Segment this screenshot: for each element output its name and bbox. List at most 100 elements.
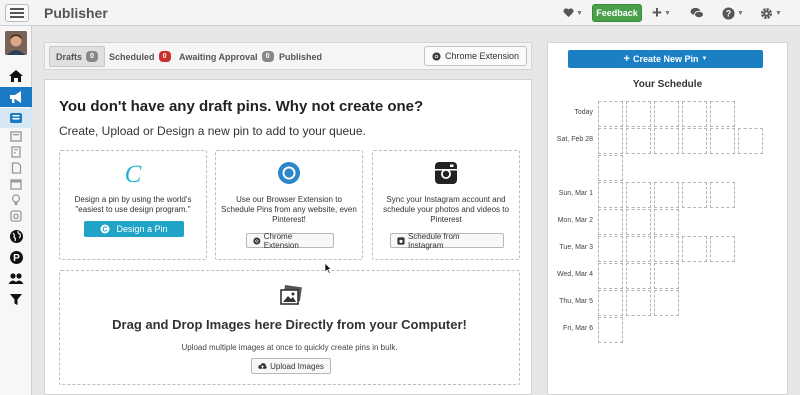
building-icon — [11, 146, 21, 158]
dropzone-subtitle: Upload multiple images at once to quickl… — [181, 343, 398, 352]
chat-bubbles-icon — [690, 7, 704, 19]
schedule-time-slot[interactable] — [654, 236, 679, 262]
tab-label: Scheduled — [109, 51, 155, 62]
schedule-time-slot[interactable] — [626, 290, 651, 316]
settings-menu[interactable]: ▼ — [760, 5, 782, 21]
sidebar-item-boards[interactable] — [0, 144, 32, 160]
schedule-time-slot[interactable] — [654, 182, 679, 208]
schedule-time-slot[interactable] — [598, 182, 623, 208]
schedule-time-slot[interactable] — [626, 236, 651, 262]
schedule-time-slot[interactable] — [626, 101, 651, 127]
count-badge: 0 — [86, 51, 99, 62]
sidebar-item-calendar[interactable] — [0, 176, 32, 192]
count-badge: 0 — [158, 51, 171, 62]
schedule-time-slot[interactable] — [598, 317, 623, 343]
button-label: Design a Pin — [116, 224, 168, 234]
schedule-time-slot[interactable] — [598, 290, 623, 316]
schedule-time-slot[interactable] — [682, 128, 707, 154]
instagram-icon — [10, 210, 22, 222]
schedule-from-instagram-button[interactable]: Schedule from Instagram — [390, 232, 504, 250]
schedule-time-slot[interactable] — [598, 128, 623, 154]
schedule-time-slot[interactable] — [682, 236, 707, 262]
schedule-time-slot[interactable] — [598, 155, 623, 181]
tab-published[interactable]: Published — [273, 46, 328, 67]
schedule-time-slot[interactable] — [654, 209, 679, 235]
schedule-time-slot[interactable] — [710, 182, 735, 208]
add-menu[interactable]: + ▼ — [652, 4, 671, 21]
avatar[interactable] — [5, 31, 27, 55]
tab-drafts[interactable]: Drafts 0 — [49, 46, 106, 67]
sidebar-item-drafts[interactable] — [0, 108, 32, 128]
lightbulb-icon — [11, 194, 21, 205]
schedule-time-slot[interactable] — [654, 128, 679, 154]
help-circle-icon: ? — [722, 7, 735, 19]
schedule-time-slot[interactable] — [654, 263, 679, 289]
tab-scheduled[interactable]: Scheduled 0 — [103, 46, 177, 67]
chrome-extension-button[interactable]: Chrome Extension — [423, 46, 527, 66]
cloud-upload-icon — [258, 363, 267, 369]
messages-button[interactable] — [690, 5, 704, 21]
feedback-button[interactable]: Feedback — [592, 4, 642, 22]
schedule-day-label: Sat, Feb 28 — [556, 136, 593, 143]
chevron-down-icon: ▼ — [701, 56, 708, 62]
schedule-time-slot[interactable] — [682, 182, 707, 208]
sidebar-item-library[interactable] — [0, 128, 32, 144]
menu-toggle-button[interactable] — [5, 4, 29, 22]
funnel-icon — [10, 293, 22, 305]
schedule-day-label: Today — [574, 109, 593, 116]
schedule-time-slot[interactable] — [626, 128, 651, 154]
schedule-time-slot[interactable] — [682, 101, 707, 127]
users-icon — [8, 272, 24, 284]
card-description: Use our Browser Extension to Schedule Pi… — [221, 195, 357, 224]
chrome-logo-icon — [253, 237, 261, 244]
schedule-time-slot[interactable] — [598, 236, 623, 262]
schedule-panel: + Create New Pin ▼ Your Schedule Today Sa… — [547, 42, 788, 395]
chevron-down-icon: ▼ — [775, 9, 782, 17]
library-icon — [10, 130, 22, 142]
schedule-time-slot[interactable] — [598, 101, 623, 127]
canva-logo-icon: C — [125, 161, 142, 187]
sidebar-item-team[interactable] — [0, 268, 32, 288]
schedule-time-slot[interactable] — [626, 263, 651, 289]
design-pin-button[interactable]: C Design a Pin — [84, 221, 184, 237]
chrome-extension-card: Use our Browser Extension to Schedule Pi… — [215, 150, 363, 260]
image-dropzone[interactable]: Drag and Drop Images here Directly from … — [59, 270, 520, 385]
help-menu[interactable]: ? ▼ — [722, 5, 744, 21]
schedule-time-slot[interactable] — [598, 263, 623, 289]
schedule-time-slot[interactable] — [626, 182, 651, 208]
favorites-menu[interactable]: ▼ — [563, 5, 583, 21]
upload-images-button[interactable]: Upload Images — [251, 358, 331, 374]
schedule-time-slot[interactable] — [654, 101, 679, 127]
sidebar-item-explore[interactable] — [0, 226, 32, 246]
svg-text:C: C — [103, 227, 108, 234]
sidebar-item-home[interactable] — [0, 66, 32, 86]
count-badge: 0 — [261, 51, 274, 62]
chrome-logo-icon — [432, 51, 441, 61]
sidebar-item-publisher[interactable] — [0, 87, 32, 107]
schedule-time-slot[interactable] — [710, 128, 735, 154]
chevron-down-icon: ▼ — [576, 9, 583, 17]
schedule-time-slot[interactable] — [710, 101, 735, 127]
tab-awaiting-approval[interactable]: Awaiting Approval 0 — [173, 46, 280, 67]
mouse-cursor-icon — [324, 262, 332, 274]
calendar-icon — [10, 179, 22, 190]
chrome-extension-card-button[interactable]: Chrome Extension — [246, 232, 334, 250]
create-new-pin-button[interactable]: + Create New Pin ▼ — [568, 50, 763, 68]
sidebar-item-filters[interactable] — [0, 289, 32, 309]
empty-state-heading: You don't have any draft pins. Why not c… — [59, 98, 424, 115]
sidebar-item-pinterest[interactable]: P — [0, 247, 32, 267]
sidebar-item-reports[interactable] — [0, 160, 32, 176]
button-label: Chrome Extension — [444, 51, 519, 61]
design-pin-card: C Design a pin by using the world's "eas… — [59, 150, 207, 260]
sidebar-item-ideas[interactable] — [0, 192, 32, 208]
chevron-down-icon: ▼ — [663, 9, 671, 17]
svg-text:C: C — [125, 161, 142, 187]
page-title: Publisher — [44, 5, 108, 21]
schedule-time-slot[interactable] — [598, 209, 623, 235]
schedule-time-slot[interactable] — [710, 236, 735, 262]
schedule-time-slot[interactable] — [654, 290, 679, 316]
schedule-time-slot[interactable] — [738, 128, 763, 154]
sidebar-item-instagram[interactable] — [0, 208, 32, 224]
schedule-time-slot[interactable] — [626, 209, 651, 235]
drafts-content: You don't have any draft pins. Why not c… — [44, 79, 532, 395]
